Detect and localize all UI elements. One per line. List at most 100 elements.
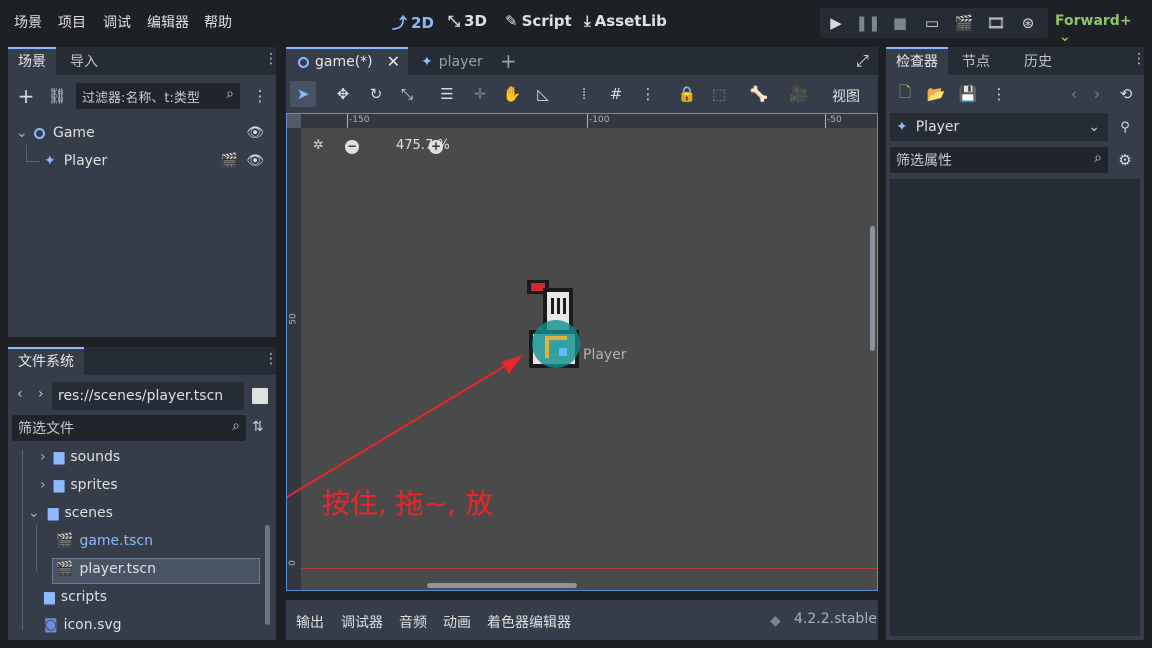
workspace-assetlib[interactable]: ⤓ AssetLib xyxy=(584,12,667,30)
scene-filter-input[interactable]: 过滤器:名称、t:类型 ⌕ xyxy=(76,83,240,109)
2d-icon: ⤴ xyxy=(392,14,408,32)
property-filter-input[interactable]: 筛选属性 ⌕ xyxy=(890,147,1108,173)
instance-scene-icon[interactable]: ⛓ xyxy=(44,83,70,109)
renderer-label: Forward+ xyxy=(1055,13,1132,29)
select-tool-icon[interactable]: ➤ xyxy=(290,81,316,107)
play-icon[interactable]: ▶ xyxy=(823,10,849,36)
file-item-sprites[interactable]: › ▆ sprites xyxy=(40,477,118,493)
pan-tool-icon[interactable]: ✋ xyxy=(499,81,525,107)
menu-debug[interactable]: 调试 xyxy=(103,12,131,32)
file-item-label: sounds xyxy=(70,449,121,465)
file-filter-input[interactable]: 筛选文件 ⌕ xyxy=(12,415,246,441)
tree-item-game[interactable]: ⌄ Game 👁 xyxy=(16,123,270,143)
tab-shader-editor[interactable]: 着色器编辑器 xyxy=(487,612,571,632)
snap-options-icon[interactable]: ⋮ xyxy=(635,81,661,107)
file-item-sounds[interactable]: › ▆ sounds xyxy=(40,449,120,465)
view-menu-button[interactable]: 视图 xyxy=(832,86,860,106)
tab-import[interactable]: 导入 xyxy=(60,49,108,75)
pause-icon[interactable]: ❚❚ xyxy=(855,10,881,36)
menu-editor[interactable]: 编辑器 xyxy=(147,12,189,32)
menu-scene[interactable]: 场景 xyxy=(14,12,42,32)
play-custom-scene-icon[interactable]: 🎞 xyxy=(983,10,1009,36)
file-item-label: player.tscn xyxy=(79,561,156,577)
group-icon[interactable]: ⬚ xyxy=(706,81,732,107)
save-resource-icon[interactable]: 💾 xyxy=(955,81,981,107)
toggle-split-icon[interactable] xyxy=(252,388,268,404)
sort-icon[interactable]: ⇅ xyxy=(252,419,264,435)
scene-options-icon[interactable]: ⋮ xyxy=(247,83,273,109)
file-item-label: icon.svg xyxy=(63,617,122,633)
camera-override-icon[interactable]: 🎥 xyxy=(786,81,812,107)
menu-project[interactable]: 项目 xyxy=(58,12,86,32)
property-tools-icon[interactable]: ⚙ xyxy=(1112,147,1138,173)
move-tool-icon[interactable]: ✥ xyxy=(330,81,356,107)
open-resource-icon[interactable]: 📂 xyxy=(923,81,949,107)
distraction-free-icon[interactable]: ⤢ xyxy=(856,51,869,71)
dock-menu-icon[interactable]: ⋮ xyxy=(264,51,278,67)
dock-menu-icon[interactable]: ⋮ xyxy=(1132,51,1146,67)
tab-game-scene[interactable]: game(*) ✕ xyxy=(286,47,409,75)
run-controls: ▶ ❚❚ ■ ▭ 🎬 🎞 ⊛ xyxy=(820,8,1048,38)
h-scrollbar[interactable] xyxy=(427,583,577,588)
tree-item-player[interactable]: ✦ Player 🎬 👁 xyxy=(44,151,270,171)
list-select-icon[interactable]: ☰ xyxy=(434,81,460,107)
tab-animation[interactable]: 动画 xyxy=(443,612,471,632)
dock-menu-icon[interactable]: ⋮ xyxy=(264,351,278,367)
file-item-player-tscn[interactable]: 🎬 player.tscn xyxy=(56,561,156,577)
remote-debug-icon[interactable]: ▭ xyxy=(919,10,945,36)
history-forward-icon[interactable]: › xyxy=(1084,81,1110,107)
file-item-scripts[interactable]: ▆ scripts xyxy=(44,589,107,605)
resource-options-icon[interactable]: ⋮ xyxy=(986,81,1012,107)
file-scrollbar[interactable] xyxy=(265,525,270,625)
close-icon[interactable]: ✕ xyxy=(387,49,400,75)
tab-filesystem[interactable]: 文件系统 xyxy=(8,347,84,375)
scene-file-icon: 🎬 xyxy=(56,533,74,549)
inspector-tabs: 检查器 节点 历史 ⋮ xyxy=(886,47,1146,75)
workspace-2d[interactable]: ⤴ 2D xyxy=(392,12,434,33)
scale-tool-icon[interactable]: ⤡ xyxy=(394,81,420,107)
tab-player-scene[interactable]: ✦ player xyxy=(411,49,493,75)
doc-icon[interactable]: ⚲ xyxy=(1112,114,1138,140)
tab-node[interactable]: 节点 xyxy=(952,49,1000,75)
ruler-tool-icon[interactable]: ◺ xyxy=(530,81,556,107)
add-node-icon[interactable]: + xyxy=(13,83,39,109)
back-icon[interactable]: ‹ xyxy=(17,386,23,402)
update-spinner-icon: ◆ xyxy=(770,613,781,629)
new-scene-tab-icon[interactable]: + xyxy=(500,49,517,73)
open-in-editor-icon[interactable]: 🎬 xyxy=(221,153,238,169)
workspace-script[interactable]: ✎ Script xyxy=(505,12,572,30)
visibility-icon[interactable]: 👁 xyxy=(246,153,264,169)
grid-snap-icon[interactable]: # xyxy=(603,81,629,107)
workspace-3d[interactable]: ⤡ 3D xyxy=(448,12,487,30)
tab-audio[interactable]: 音频 xyxy=(399,612,427,632)
tab-debugger[interactable]: 调试器 xyxy=(341,612,383,632)
character-icon: ✦ xyxy=(896,119,908,135)
object-selector[interactable]: ✦ Player ⌄ xyxy=(890,113,1108,141)
menu-help[interactable]: 帮助 xyxy=(204,12,232,32)
recent-history-icon[interactable]: ⟲ xyxy=(1113,81,1139,107)
version-label[interactable]: 4.2.2.stable xyxy=(794,611,877,627)
stop-icon[interactable]: ■ xyxy=(887,10,913,36)
visibility-icon[interactable]: 👁 xyxy=(246,125,264,141)
path-field[interactable]: res://scenes/player.tscn xyxy=(52,382,244,410)
file-item-scenes[interactable]: ⌄ ▆ scenes xyxy=(28,505,113,521)
rotate-tool-icon[interactable]: ↻ xyxy=(363,81,389,107)
file-item-icon-svg[interactable]: ◙ icon.svg xyxy=(44,617,122,633)
forward-icon[interactable]: › xyxy=(38,386,44,402)
pivot-tool-icon[interactable]: ✛ xyxy=(467,81,493,107)
tab-history[interactable]: 历史 xyxy=(1014,49,1062,75)
lock-icon[interactable]: 🔒 xyxy=(674,81,700,107)
tab-inspector[interactable]: 检查器 xyxy=(886,47,948,75)
movie-maker-icon[interactable]: ⊛ xyxy=(1015,10,1041,36)
renderer-select[interactable]: Forward+ ⌄ xyxy=(1055,13,1152,45)
tab-output[interactable]: 输出 xyxy=(296,612,324,632)
v-scrollbar[interactable] xyxy=(870,226,875,351)
file-item-label: scripts xyxy=(60,589,108,605)
new-resource-icon[interactable]: 🗋 xyxy=(892,81,918,107)
file-item-game-tscn[interactable]: 🎬 game.tscn xyxy=(56,533,153,549)
tab-scene[interactable]: 场景 xyxy=(8,47,56,75)
canvas-viewport[interactable]: -150 -100 -50 50 0 ✲ − 475.7 % + Player … xyxy=(286,113,878,591)
play-scene-icon[interactable]: 🎬 xyxy=(951,10,977,36)
bone-icon[interactable]: 🦴 xyxy=(746,81,772,107)
smart-snap-icon[interactable]: ⦙ xyxy=(571,81,597,107)
